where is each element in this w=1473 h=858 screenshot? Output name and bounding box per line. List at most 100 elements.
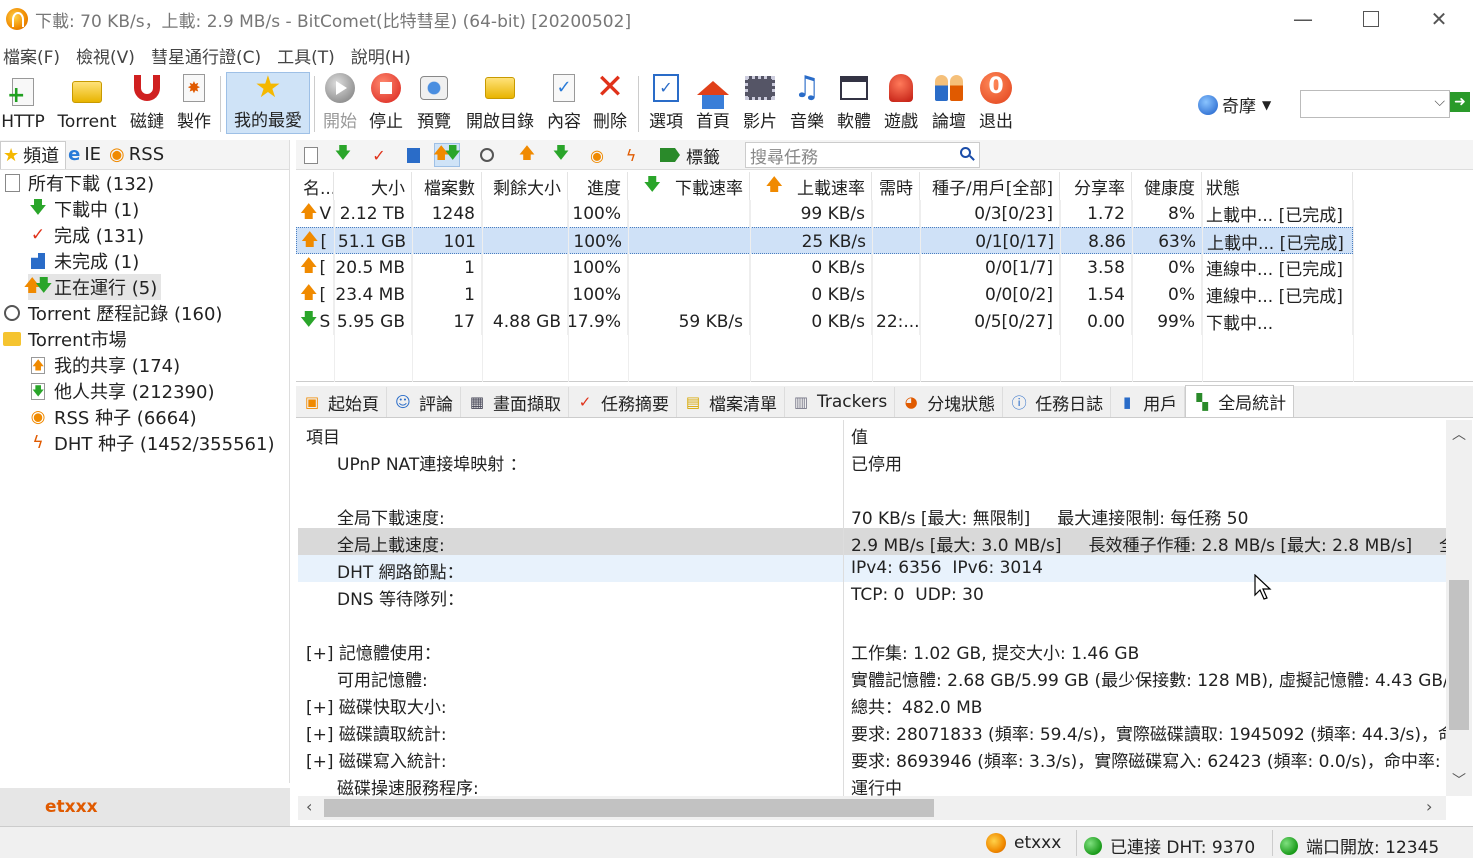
filter-all-icon[interactable] [298,143,324,167]
tree-item-all-downloads[interactable]: 所有下載 (132) [2,170,154,196]
filter-my-share-icon[interactable]: 🡅 [514,143,540,167]
close-button[interactable]: ✕ [1405,0,1473,38]
search-engine-select[interactable]: 奇摩 ▼ [1198,92,1271,117]
column-header-upload-rate[interactable]: 🡅 上載速率 [750,172,872,200]
tab-global-statistics[interactable]: ▚ 全局統計 [1185,385,1295,417]
stats-row[interactable]: UPnP NAT連接埠映射 ： 已停用 [298,447,1446,475]
forum-button[interactable]: 論壇 [927,72,971,134]
column-header-eta[interactable]: 需時 [872,172,920,200]
tree-item-my-share[interactable]: 🡅 我的共享 (174) [28,352,180,378]
tree-item-completed[interactable]: ✓ 完成 (131) [28,222,144,248]
filter-running-icon[interactable]: 🡅 🡇 [433,143,461,167]
column-header-status[interactable]: 狀態 [1202,172,1353,200]
web-search-input[interactable]: ⌵ [1300,90,1450,118]
user-panel[interactable]: etxxx [0,788,290,826]
http-button[interactable]: + HTTP [0,72,46,134]
task-row[interactable]: 🡅[20.5 MB 1 100% 0 KB/s 0/0[1/7] 3.58 0% 連線中...… [296,254,1353,281]
task-row[interactable]: 🡅[51.1 GB 101 100% 25 KB/s 0/1[0/17] 8.86 63% 上… [296,227,1354,255]
tab-piece-status[interactable]: ◕ 分塊狀態 [895,387,1004,417]
scrollbar-thumb[interactable] [324,799,934,817]
content-button[interactable]: ✓ 內容 [544,72,584,134]
tab-start-page[interactable]: ▣ 起始頁 [296,387,387,417]
video-button[interactable]: 影片 [739,72,781,134]
menu-passport[interactable]: 彗星通行證(C) [151,43,261,68]
preview-button[interactable]: 預覽 [412,72,456,134]
stats-row[interactable]: 磁碟操速服務程序: 運行中 [298,771,1446,796]
vertical-scrollbar[interactable]: ︿ ﹀ [1446,420,1472,796]
menu-view[interactable]: 檢視(V) [76,43,135,68]
magnet-button[interactable]: 磁鏈 [128,72,166,134]
filter-history-icon[interactable] [474,143,500,167]
tab-comments[interactable]: ☺ 評論 [387,387,461,417]
music-button[interactable]: ♫ 音樂 [786,72,828,134]
exit-button[interactable]: 0 退出 [975,72,1017,134]
web-search-go-icon[interactable]: ➜ [1450,92,1470,112]
stats-row[interactable]: [+] 記憶體使用： 工作集: 1.02 GB, 提交大小: 1.46 GB [298,636,1446,664]
scrollbar-thumb[interactable] [1449,580,1469,730]
menu-file[interactable]: 檔案(F) [3,43,60,68]
menu-help[interactable]: 說明(H) [351,43,411,68]
tree-item-rss-seeds[interactable]: ◉ RSS 种子 (6664) [28,404,197,430]
favorites-button[interactable]: ★ 我的最愛 [226,72,310,134]
filter-dht-icon[interactable]: ϟ [618,143,644,167]
tag-button[interactable]: 標籤 [660,143,720,168]
column-header-files[interactable]: 檔案數 [412,172,482,200]
tree-item-dht-seeds[interactable]: ϟ DHT 种子 (1452/355561) [28,430,274,456]
tree-item-history[interactable]: Torrent 歷程記錄 (160) [2,300,222,326]
filter-downloading-icon[interactable]: 🡇 [330,143,356,167]
tab-rss[interactable]: ◉ RSS [107,141,170,169]
tree-item-others-share[interactable]: 🡇 他人共享 (212390) [28,378,214,404]
stats-row[interactable]: [+] 磁碟寫入統計: 要求: 8693946 (頻率: 3.3/s)，實際磁碟寫… [298,744,1446,772]
task-row[interactable]: 🡅[23.4 MB 1 100% 0 KB/s 0/0[0/2] 1.54 0% 連線中...… [296,281,1353,308]
column-header-progress[interactable]: 進度 [568,172,628,200]
torrent-button[interactable]: Torrent [54,72,120,134]
tab-peers[interactable]: ▮ 用戶 [1111,387,1186,417]
filter-completed-icon[interactable]: ✓ [366,143,392,167]
games-button[interactable]: 遊戲 [880,72,922,134]
tree-item-incomplete[interactable]: 未完成 (1) [28,248,139,274]
column-header-share-ratio[interactable]: 分享率 [1060,172,1132,200]
open-directory-button[interactable]: 開啟目錄 [462,72,538,134]
column-header-remaining[interactable]: 剩餘大小 [482,172,568,200]
stats-row[interactable]: [+] 磁碟快取大小: 總共：482.0 MB [298,690,1446,718]
software-button[interactable]: 軟體 [833,72,875,134]
menu-tools[interactable]: 工具(T) [277,43,335,68]
tab-file-list[interactable]: ▤ 檔案清單 [677,387,785,417]
tab-channel[interactable]: ★ 頻道 [0,140,67,169]
column-header-name[interactable]: 名... [296,172,334,200]
maximize-button[interactable] [1337,0,1405,38]
start-button[interactable]: 開始 [320,72,360,134]
column-header-download-rate[interactable]: 🡇 下載速率 [628,172,750,200]
stop-button[interactable]: 停止 [366,72,406,134]
column-header-size[interactable]: 大小 [334,172,412,200]
stats-row[interactable] [298,474,1446,501]
stats-row[interactable] [298,609,1446,636]
tab-task-summary[interactable]: ✓ 任務摘要 [569,387,677,417]
make-torrent-button[interactable]: ✸ 製作 [174,72,214,134]
tab-ie[interactable]: e IE [66,141,107,169]
horizontal-scrollbar[interactable]: ‹ › [298,796,1446,820]
tree-item-running[interactable]: 🡅 🡇 正在運行 (5) [24,274,162,300]
task-row[interactable]: 🡇 S 5.95 GB 17 4.88 GB 17.9% 59 KB/s 0 KB/s 22:.… [296,308,1353,335]
stats-row[interactable]: 全局下載速度: 70 KB/s [最大: 無限制] 最大連接限制: 每任務 50 [298,501,1446,529]
column-header-health[interactable]: 健康度 [1132,172,1202,200]
home-button[interactable]: 首頁 [692,72,734,134]
status-user[interactable]: etxxx [986,833,1061,853]
delete-button[interactable]: ✕ 刪除 [590,70,630,134]
options-button[interactable]: ✓ 選項 [644,72,688,134]
filter-rss-icon[interactable]: ◉ [584,143,610,167]
column-header-seeds[interactable]: 種子/用戶[全部] [920,172,1060,200]
minimize-button[interactable]: — [1269,0,1337,38]
tab-task-log[interactable]: ⓘ 任務日誌 [1003,387,1112,417]
task-row[interactable]: 🡅 V 2.12 TB 1248 100% 99 KB/s 0/3[0/23] 1.72 8% 上… [296,200,1353,227]
filter-incomplete-icon[interactable] [400,143,426,167]
filter-others-share-icon[interactable]: 🡇 [548,143,574,167]
tree-item-downloading[interactable]: 🡇 下載中 (1) [28,196,139,222]
stats-row[interactable]: 可用記憶體: 實體記憶體: 2.68 GB/5.99 GB (最少保接數: 128… [298,663,1446,691]
stats-row[interactable]: [+] 磁碟讀取統計: 要求: 28071833 (頻率: 59.4/s)，實際磁… [298,717,1446,745]
stats-row[interactable]: 全局上載速度: 2.9 MB/s [最大: 3.0 MB/s] 長效種子作種: 2… [298,528,1446,556]
tree-item-torrent-market[interactable]: Torrent市場 [2,326,127,352]
tab-screenshots[interactable]: ▦ 畫面擷取 [461,387,569,417]
task-search-input[interactable]: 搜尋任務 [745,142,980,168]
tab-trackers[interactable]: ▥ Trackers [785,387,896,417]
